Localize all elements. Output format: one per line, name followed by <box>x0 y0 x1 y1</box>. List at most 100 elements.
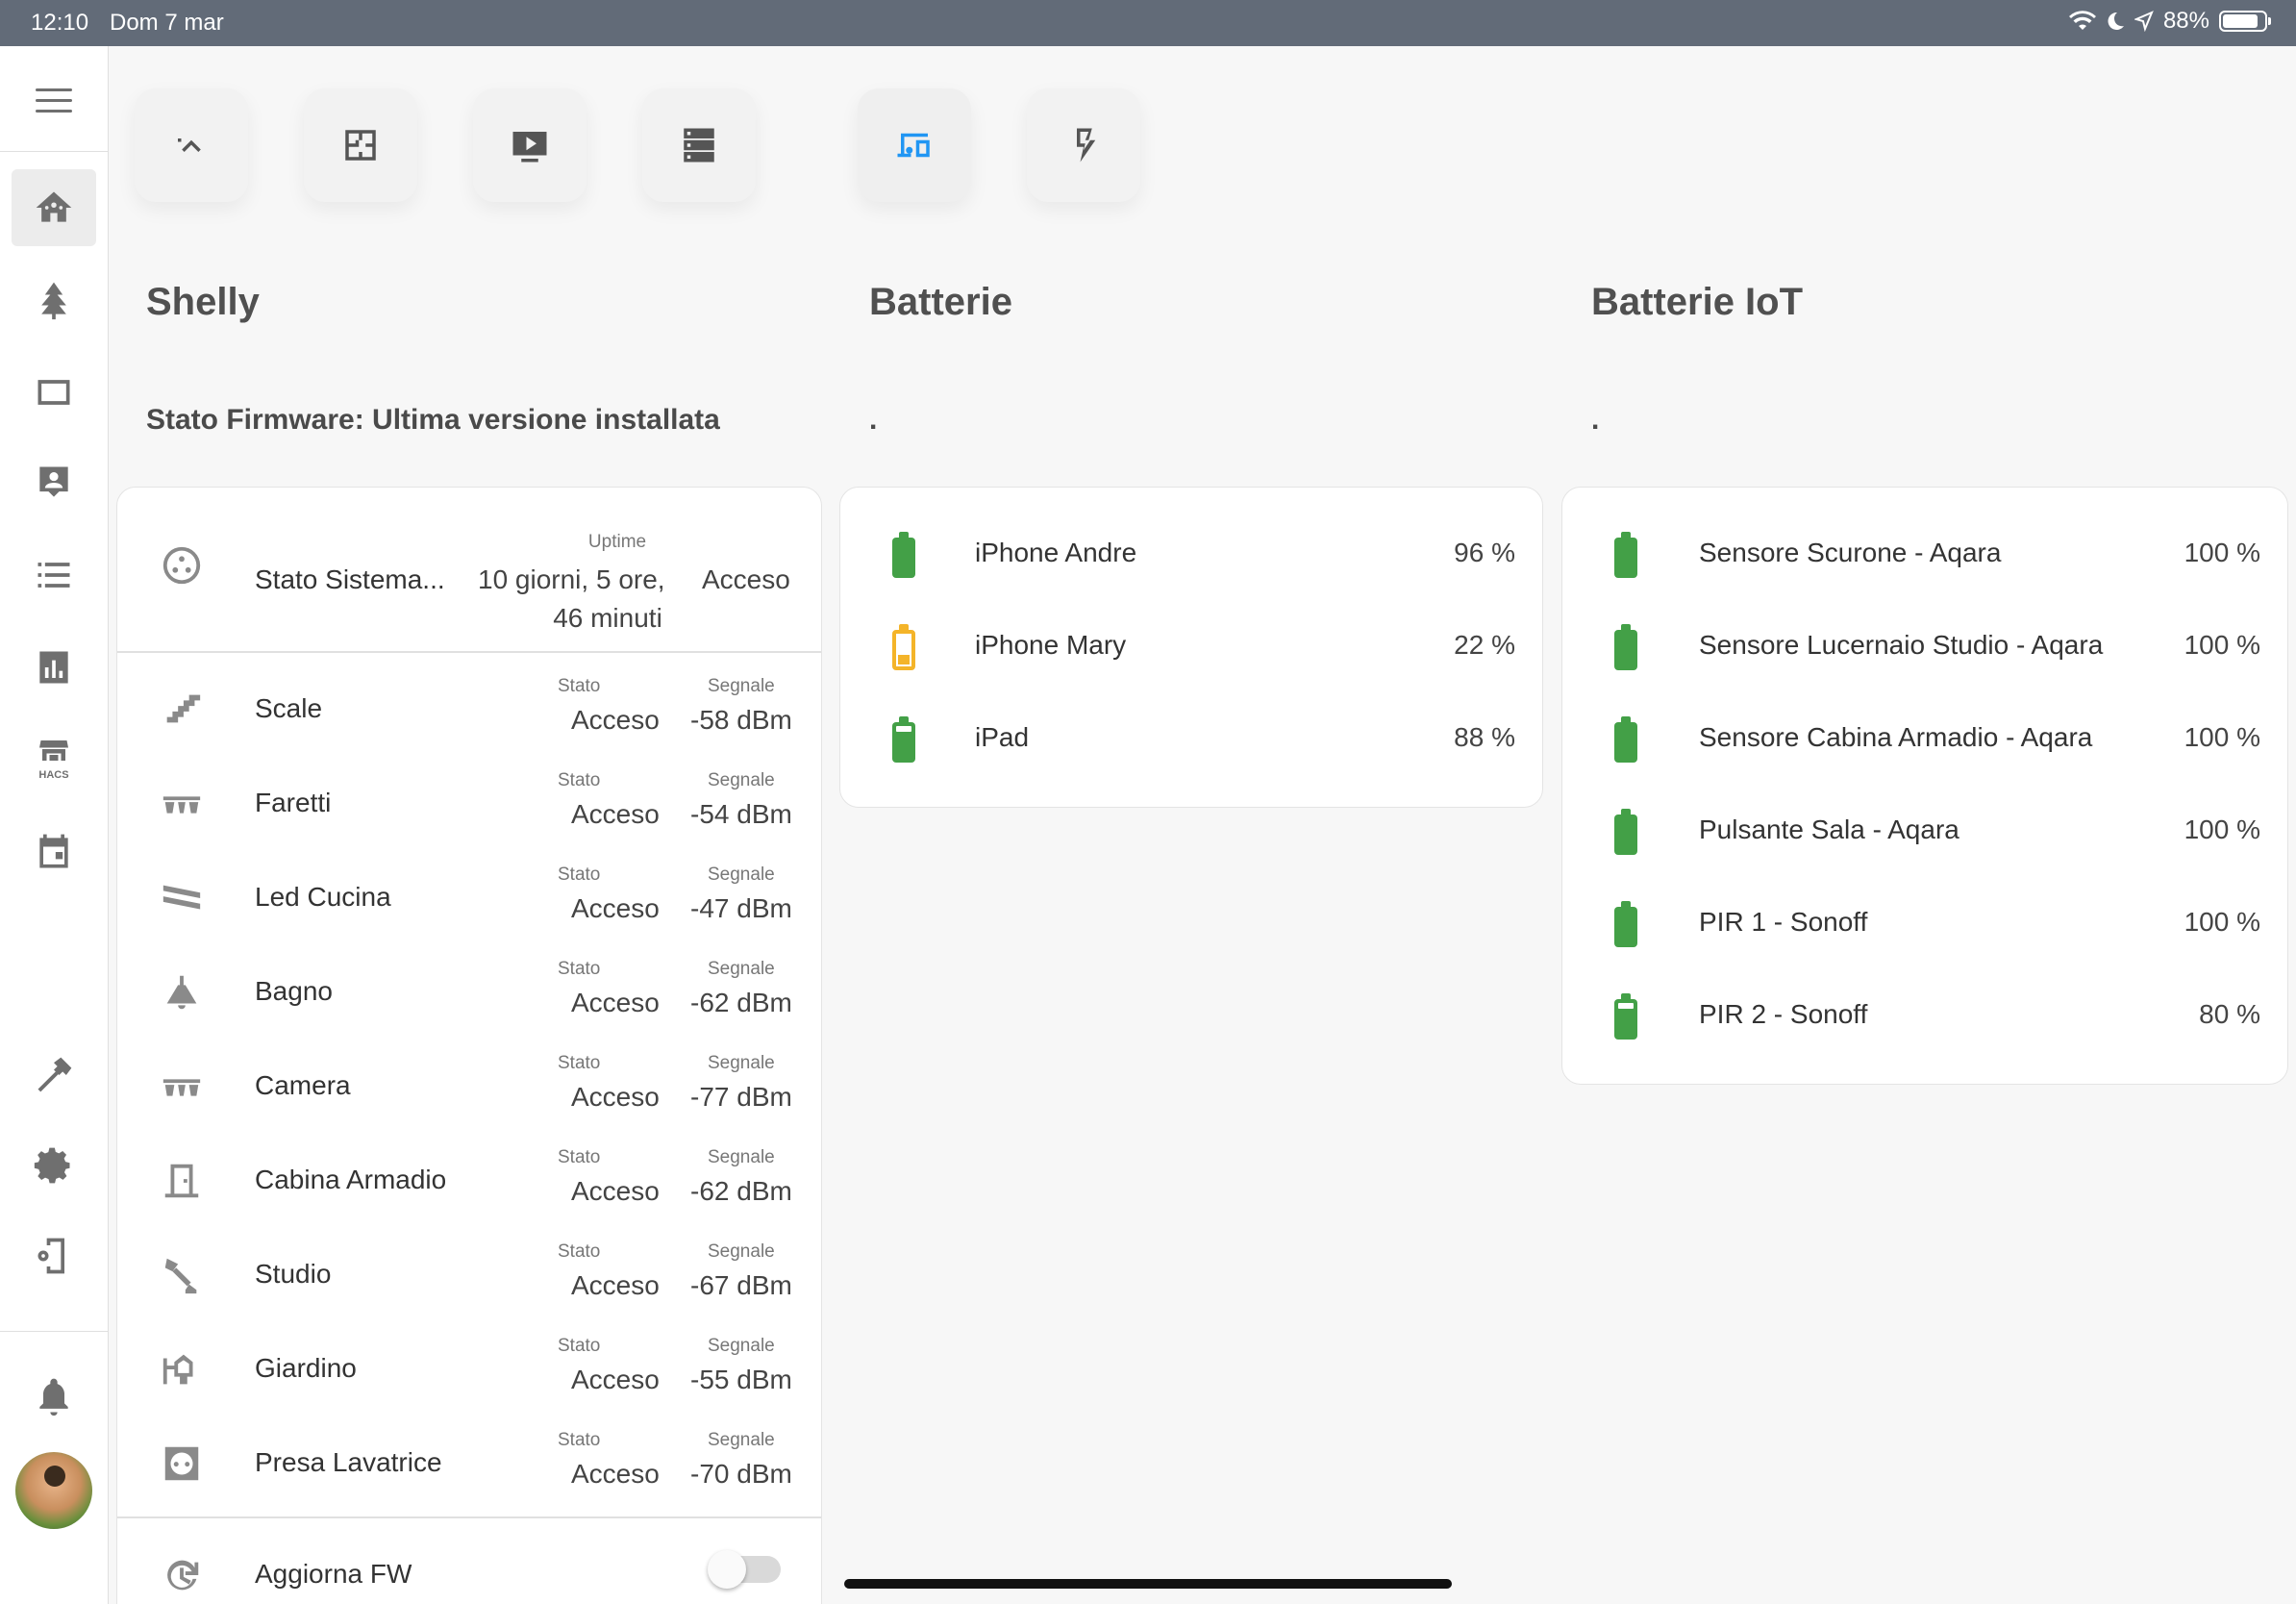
spotlights-icon <box>160 1065 204 1109</box>
user-avatar[interactable] <box>15 1452 92 1529</box>
row-name: Giardino <box>255 1353 357 1383</box>
shelly-row-cabina-armadio[interactable]: Cabina Armadio Stato Segnale Acceso -62 … <box>117 1134 819 1228</box>
batterie-iot-card: Sensore Scurone - Aqara 100 % Sensore Lu… <box>1561 487 2288 1085</box>
segnale-label: Segnale <box>708 959 775 979</box>
row-name: Faretti <box>255 788 332 817</box>
row-segnale: -70 dBm <box>690 1459 792 1489</box>
row-stato: Acceso <box>571 799 660 829</box>
chart-icon <box>39 651 68 684</box>
shelly-row-studio[interactable]: Studio Stato Segnale Acceso -67 dBm <box>117 1228 819 1322</box>
lightning-icon <box>1077 128 1096 163</box>
shelly-row-faretti[interactable]: Faretti Stato Segnale Acceso -54 dBm <box>117 757 819 851</box>
segnale-label: Segnale <box>708 1241 775 1262</box>
stato-label: Stato <box>558 1147 601 1167</box>
battery-high-icon <box>1614 993 1637 1040</box>
battery-name: iPad <box>975 722 1030 752</box>
iot-battery-row[interactable]: PIR 1 - Sonoff 100 % <box>1562 880 2289 972</box>
menu-icon[interactable] <box>36 88 72 113</box>
iot-battery-row[interactable]: Pulsante Sala - Aqara 100 % <box>1562 788 2289 880</box>
floorplan-icon <box>345 130 376 161</box>
tab-energy[interactable] <box>1027 88 1140 202</box>
stato-label: Stato <box>558 865 601 885</box>
battery-row-iphone-andre[interactable]: iPhone Andre 96 % <box>840 511 1544 603</box>
sidebar-item-list[interactable] <box>12 537 96 614</box>
shelly-row-led-cucina[interactable]: Led Cucina Stato Segnale Acceso -47 dBm <box>117 851 819 945</box>
shelly-row-giardino[interactable]: Giardino Stato Segnale Acceso -55 dBm <box>117 1322 819 1416</box>
tab-media[interactable] <box>473 88 586 202</box>
shelly-row-camera[interactable]: Camera Stato Segnale Acceso -77 dBm <box>117 1040 819 1134</box>
battery-row-iphone-mary[interactable]: iPhone Mary 22 % <box>840 603 1544 695</box>
row-segnale: -62 dBm <box>690 988 792 1017</box>
battery-full-icon <box>1614 532 1637 578</box>
iot-battery-row[interactable]: PIR 2 - Sonoff 80 % <box>1562 972 2289 1065</box>
divider <box>117 651 821 653</box>
tab-server[interactable] <box>642 88 756 202</box>
battery-full-icon <box>1614 901 1637 947</box>
segnale-label: Segnale <box>708 865 775 885</box>
shelly-firmware-status: Stato Firmware: Ultima versione installa… <box>146 404 720 436</box>
segnale-label: Segnale <box>708 1430 775 1450</box>
led-strip-icon <box>160 876 204 920</box>
tab-chevron-up[interactable] <box>135 88 248 202</box>
row-segnale: -67 dBm <box>690 1270 792 1300</box>
iot-battery-row[interactable]: Sensore Lucernaio Studio - Aqara 100 % <box>1562 603 2289 695</box>
battery-name: Sensore Cabina Armadio - Aqara <box>1699 722 2093 752</box>
shelly-row-scale[interactable]: Scale Stato Segnale Acceso -58 dBm <box>117 663 819 757</box>
uptime-line-2: 46 minuti <box>553 603 662 633</box>
status-date: Dom 7 mar <box>110 10 224 36</box>
calendar-icon <box>39 834 68 868</box>
battery-value: 100 % <box>2184 630 2260 660</box>
system-status-row[interactable]: Stato Sistema... Uptime 10 giorni, 5 ore… <box>117 511 819 633</box>
battery-value: 100 % <box>2184 815 2260 844</box>
moon-icon <box>2108 12 2124 30</box>
gear-icon <box>34 1147 70 1184</box>
iot-battery-row[interactable]: Sensore Scurone - Aqara 100 % <box>1562 511 2289 603</box>
row-segnale: -77 dBm <box>690 1082 792 1112</box>
door-icon <box>160 1159 204 1203</box>
row-name: Studio <box>255 1259 332 1289</box>
desk-lamp-icon <box>160 1253 204 1297</box>
sidebar-item-home[interactable] <box>12 169 96 246</box>
sidebar-item-tree[interactable] <box>12 262 96 338</box>
divider <box>117 1516 821 1518</box>
status-time: 12:10 <box>31 10 89 36</box>
battery-row-ipad[interactable]: iPad 88 % <box>840 695 1544 788</box>
battery-value: 100 % <box>2184 538 2260 567</box>
shelly-row-bagno[interactable]: Bagno Stato Segnale Acceso -62 dBm <box>117 945 819 1040</box>
batterie-iot-title: Batterie IoT <box>1591 281 1804 323</box>
fw-update-toggle[interactable] <box>708 1550 781 1589</box>
tab-floorplan[interactable] <box>304 88 417 202</box>
shelly-row-presa-lavatrice[interactable]: Presa Lavatrice Stato Segnale Acceso -70… <box>117 1416 819 1511</box>
row-stato: Acceso <box>571 893 660 923</box>
server-icon <box>684 128 714 163</box>
row-stato: Acceso <box>571 1082 660 1112</box>
stato-label: Stato <box>558 770 601 790</box>
battery-value: 22 % <box>1454 630 1515 660</box>
row-segnale: -55 dBm <box>690 1365 792 1394</box>
sidebar-item-tablet[interactable] <box>12 354 96 431</box>
hammer-icon <box>37 1057 72 1092</box>
battery-name: PIR 2 - Sonoff <box>1699 999 1868 1029</box>
sidebar-item-hacs[interactable]: HACS <box>12 719 96 796</box>
stato-label: Stato <box>558 1430 601 1450</box>
batterie-card: iPhone Andre 96 % iPhone Mary 22 % iPad … <box>839 487 1543 808</box>
spotlights-icon <box>160 782 204 826</box>
sidebar-header <box>0 46 108 152</box>
sidebar: HACS <box>0 46 109 1604</box>
home-indicator[interactable] <box>844 1579 1452 1589</box>
sidebar-item-calendar[interactable] <box>12 814 96 890</box>
media-player-icon <box>512 132 547 163</box>
sidebar-item-device-settings[interactable] <box>12 1217 96 1294</box>
sidebar-item-person-card[interactable] <box>12 444 96 521</box>
tab-devices[interactable] <box>858 88 971 202</box>
batterie-subtitle: . <box>869 404 878 436</box>
sidebar-item-history[interactable] <box>12 629 96 706</box>
bell-icon <box>39 1378 68 1416</box>
sidebar-item-settings[interactable] <box>12 1127 96 1204</box>
sidebar-item-notifications[interactable] <box>12 1358 96 1435</box>
battery-value: 80 % <box>2199 999 2260 1029</box>
segnale-label: Segnale <box>708 770 775 790</box>
sidebar-item-developer-tools[interactable] <box>12 1037 96 1114</box>
iot-battery-row[interactable]: Sensore Cabina Armadio - Aqara 100 % <box>1562 695 2289 788</box>
battery-icon <box>2219 11 2271 32</box>
